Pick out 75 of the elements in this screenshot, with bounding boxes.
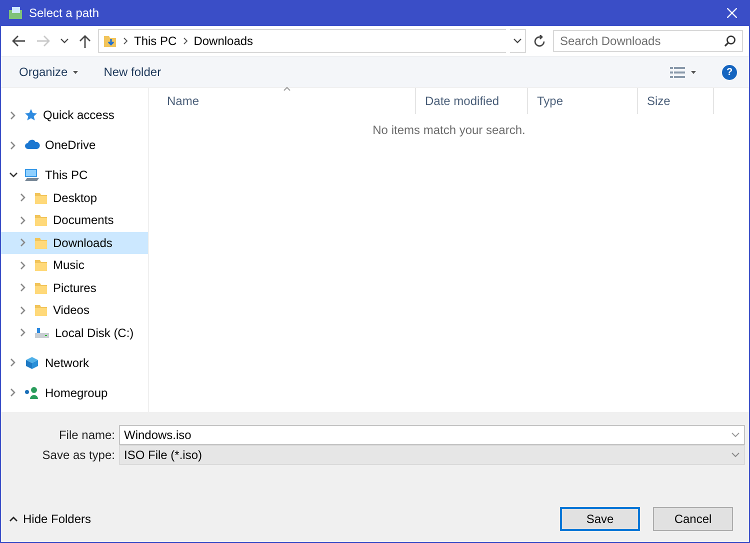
tree-item[interactable]: Music	[1, 254, 148, 276]
file-name-field[interactable]: Windows.iso	[119, 425, 745, 445]
chevron-right-icon	[20, 238, 26, 248]
help-button[interactable]: ?	[722, 64, 737, 80]
network-icon	[24, 356, 40, 370]
refresh-icon	[533, 34, 546, 48]
chevron-down-icon	[731, 452, 740, 458]
address-field[interactable]: This PC Downloads	[98, 29, 506, 53]
folder-icon	[103, 34, 117, 48]
list-view-icon	[670, 66, 686, 78]
chevron-right-icon	[10, 388, 16, 398]
column-header[interactable]: Type	[528, 88, 638, 114]
chevron-right-icon	[20, 328, 26, 338]
tree-item[interactable]: Homegroup	[1, 382, 148, 404]
star-icon	[24, 108, 38, 122]
cloud-icon	[24, 139, 40, 152]
chevron-down-icon	[513, 38, 522, 44]
chevron-right-icon	[123, 37, 128, 45]
tree-item[interactable]: Local Disk (C:)	[1, 322, 148, 344]
chevron-right-icon	[182, 37, 188, 45]
dialog-button[interactable]: Cancel	[653, 507, 733, 531]
column-header[interactable]: Name	[158, 88, 416, 114]
tree-item[interactable]: Pictures	[1, 276, 148, 299]
chevron-right-icon	[10, 358, 16, 368]
address-dropdown-button[interactable]	[510, 29, 526, 53]
chevron-right-icon	[10, 110, 16, 120]
new-folder-button[interactable]: New folder	[98, 61, 168, 83]
up-arrow-icon	[79, 34, 91, 48]
app-icon	[9, 7, 23, 19]
folder-icon	[34, 190, 48, 205]
computer-icon	[24, 168, 40, 182]
chevron-right-icon	[20, 306, 26, 315]
save-as-type-dropdown[interactable]: ISO File (*.iso)	[119, 445, 745, 465]
chevron-down-icon	[60, 38, 69, 44]
homegroup-icon	[24, 386, 40, 400]
dialog-button[interactable]: Save	[560, 507, 640, 531]
organize-button[interactable]: Organize	[13, 61, 84, 83]
chevron-right-icon	[20, 193, 26, 202]
chevron-right-icon	[20, 260, 26, 270]
chevron-right-icon	[20, 283, 26, 292]
tree-item[interactable]: OneDrive	[1, 134, 148, 156]
breadcrumb-item[interactable]: This PC	[134, 34, 177, 48]
field-label: File name:	[58, 428, 115, 442]
tree-item[interactable]: This PC	[1, 164, 148, 186]
breadcrumb-item[interactable]: Downloads	[194, 34, 254, 48]
folder-icon	[34, 280, 48, 295]
tree-item[interactable]: Documents	[1, 209, 148, 232]
tree-item[interactable]: Downloads	[1, 232, 148, 254]
chevron-right-icon	[20, 216, 26, 225]
folder-icon	[34, 213, 48, 228]
caret-down-icon	[72, 70, 78, 74]
chevron-up-icon	[9, 516, 18, 522]
folder-icon	[34, 303, 48, 318]
column-header[interactable]: Size	[638, 88, 714, 114]
hide-folders-button[interactable]: Hide Folders	[9, 512, 92, 526]
drive-icon	[34, 326, 50, 339]
chevron-down-icon	[8, 172, 18, 178]
chevron-right-icon	[10, 140, 16, 150]
caret-down-icon	[691, 70, 696, 74]
column-header[interactable]: Date modified	[416, 88, 528, 114]
search-icon	[724, 35, 736, 47]
folder-icon	[34, 258, 48, 272]
field-label: Save as type:	[41, 448, 115, 462]
tree-item[interactable]: Quick access	[1, 104, 148, 126]
forward-arrow-icon	[36, 35, 50, 47]
search-field[interactable]: Search Downloads	[553, 30, 743, 52]
tree-item[interactable]: Desktop	[1, 186, 148, 209]
tree-item[interactable]: Videos	[1, 299, 148, 322]
empty-message: No items match your search.	[372, 123, 526, 137]
folder-icon	[34, 236, 48, 250]
close-icon	[727, 8, 737, 18]
tree-item[interactable]: Network	[1, 352, 148, 374]
chevron-down-icon	[731, 432, 740, 438]
window-title: Select a path	[29, 6, 100, 20]
back-arrow-icon	[12, 35, 26, 47]
